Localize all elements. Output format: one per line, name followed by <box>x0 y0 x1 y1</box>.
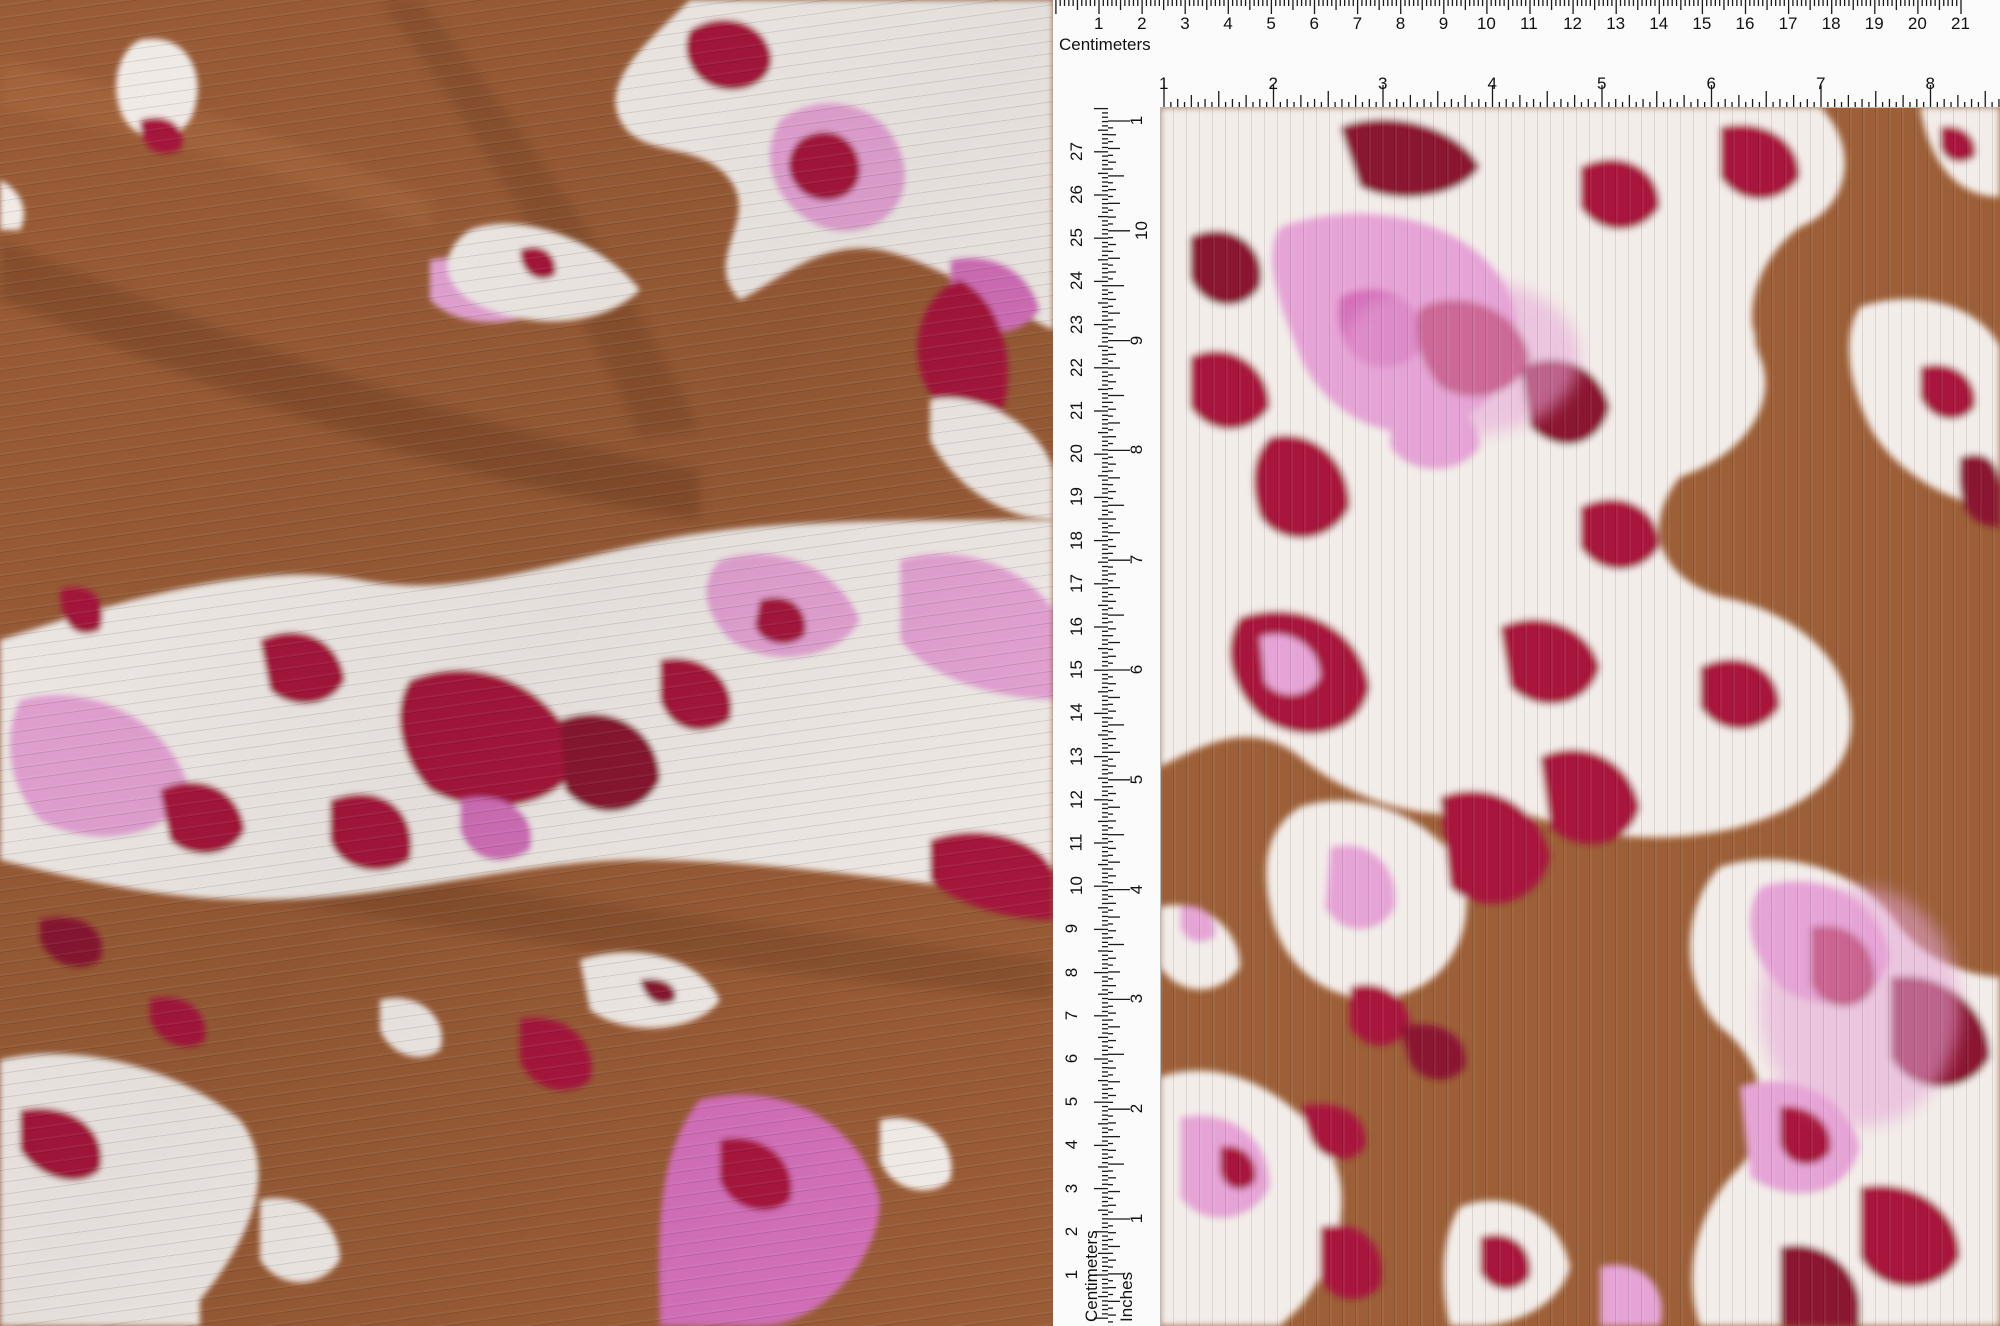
cm-vertical-tick-label: 23 <box>1066 314 1086 334</box>
cm-vertical-tick-label: 16 <box>1066 617 1086 636</box>
cm-tick-label: 7 <box>1352 14 1363 33</box>
cm-vertical-tick-label: 1 <box>1062 1269 1082 1280</box>
inch-tick-label: 1 <box>1159 74 1169 93</box>
draped-fabric-photo <box>0 0 1053 1326</box>
vertical-inch-ruler: 1 2 3 4 5 6 7 8 9 10 1 Inches <box>1108 107 1161 1326</box>
cm-vertical-tick-label: 3 <box>1062 1183 1082 1193</box>
cm-vertical-tick-label: 27 <box>1066 141 1086 161</box>
cm-tick-label: 6 <box>1309 14 1319 33</box>
cm-tick-label: 13 <box>1606 14 1626 33</box>
cm-tick-label: 4 <box>1223 14 1233 33</box>
inch-tick-label: 6 <box>1706 74 1716 93</box>
cm-tick-label: 20 <box>1907 14 1927 33</box>
cm-tick-label: 5 <box>1266 14 1276 33</box>
vertical-centimeter-ruler: 1 2 3 4 5 6 7 8 9 10 11 12 13 14 15 16 17 18 19 20 21 22 23 24 2… <box>1053 107 1109 1326</box>
inches-vertical-label: Inches <box>1117 1271 1136 1322</box>
cm-vertical-tick-label: 20 <box>1066 444 1086 464</box>
cm-vertical-tick-label: 21 <box>1066 401 1086 420</box>
inch-vertical-tick-label: 1 <box>1127 1213 1147 1224</box>
cm-tick-label: 18 <box>1821 14 1841 33</box>
inch-vertical-tick-label: 9 <box>1127 335 1147 345</box>
cm-vertical-tick-label: 26 <box>1066 185 1086 204</box>
cm-vertical-tick-label: 10 <box>1066 876 1086 896</box>
inch-vertical-tick-label: 8 <box>1127 445 1147 455</box>
cm-tick-label: 19 <box>1864 14 1884 33</box>
inch-tick-label: 2 <box>1268 74 1278 93</box>
cm-vertical-tick-label: 22 <box>1066 357 1086 377</box>
centimeters-label: Centimeters <box>1059 35 1151 54</box>
cm-vertical-tick-label: 25 <box>1066 228 1086 248</box>
cm-vertical-tick-label: 11 <box>1066 833 1086 852</box>
inch-vertical-tick-label: 2 <box>1127 1103 1147 1114</box>
inch-tick-label: 3 <box>1378 74 1388 93</box>
cm-vertical-tick-label: 5 <box>1062 1096 1082 1107</box>
inch-vertical-tick-label: 5 <box>1127 774 1147 785</box>
cm-vertical-tick-label: 19 <box>1066 487 1086 507</box>
inch-tick-label: 5 <box>1597 74 1607 93</box>
cm-tick-label: 21 <box>1951 14 1970 33</box>
cm-tick-label: 9 <box>1438 14 1449 33</box>
horizontal-centimeter-ruler: 1 2 3 4 5 6 7 8 9 10 11 12 13 14 15 16 17 18 19 20 21 Centime… <box>1053 0 2000 56</box>
draped-fabric-print <box>0 0 1053 1326</box>
horizontal-inch-ruler: 12345678Inches <box>1053 55 2000 108</box>
cm-tick-label: 14 <box>1649 14 1669 33</box>
cm-vertical-tick-label: 8 <box>1062 967 1082 977</box>
cm-tick-label: 12 <box>1563 14 1583 33</box>
cm-tick-label: 11 <box>1520 14 1538 33</box>
cm-vertical-tick-label: 6 <box>1062 1053 1082 1064</box>
cm-vertical-tick-label: 14 <box>1066 703 1086 723</box>
inch-tick-marks <box>1053 85 2000 107</box>
inch-vertical-tick-label: 1 <box>1127 115 1147 126</box>
centimeters-vertical-label: Centimeters <box>1082 1230 1101 1322</box>
inch-vertical-tick-marks <box>1108 120 1130 1323</box>
cm-tick-label: 17 <box>1778 14 1798 33</box>
inch-vertical-tick-label: 3 <box>1127 994 1147 1004</box>
product-photo: 1 2 3 4 5 6 7 8 9 10 11 12 13 14 15 16 17 18 19 20 21 Centime… <box>0 0 2000 1326</box>
flat-fabric-print <box>1160 107 2000 1326</box>
inch-vertical-tick-label: 4 <box>1127 884 1147 894</box>
cm-vertical-tick-label: 4 <box>1062 1140 1082 1150</box>
cm-tick-label: 1 <box>1094 14 1104 33</box>
inch-tick-label: 4 <box>1487 74 1497 93</box>
cm-vertical-tick-label: 15 <box>1066 660 1086 680</box>
cm-vertical-tick-label: 18 <box>1066 530 1086 550</box>
inch-tick-label: 7 <box>1816 74 1826 93</box>
inch-tick-label: 8 <box>1925 74 1935 93</box>
cm-tick-label: 3 <box>1180 14 1190 33</box>
ruler-corner <box>1053 55 1160 107</box>
cm-tick-label: 10 <box>1476 14 1496 33</box>
inch-vertical-tick-label: 6 <box>1127 664 1147 675</box>
cm-tick-label: 2 <box>1137 14 1147 33</box>
flat-fabric-swatch-photo <box>1160 107 2000 1326</box>
cm-vertical-tick-label: 2 <box>1062 1226 1082 1237</box>
cm-vertical-tick-label: 17 <box>1066 573 1086 593</box>
cm-tick-label: 16 <box>1735 14 1755 33</box>
inch-vertical-tick-label: 7 <box>1127 554 1147 565</box>
cm-vertical-tick-label: 13 <box>1066 746 1086 766</box>
cm-vertical-tick-label: 24 <box>1066 271 1086 291</box>
cm-vertical-tick-label: 7 <box>1062 1010 1082 1021</box>
cm-vertical-tick-label: 12 <box>1066 789 1086 809</box>
cm-tick-label: 15 <box>1692 14 1712 33</box>
inch-vertical-tick-label: 10 <box>1131 220 1151 240</box>
cm-vertical-tick-label: 9 <box>1062 924 1082 934</box>
cm-tick-label: 8 <box>1395 14 1406 33</box>
